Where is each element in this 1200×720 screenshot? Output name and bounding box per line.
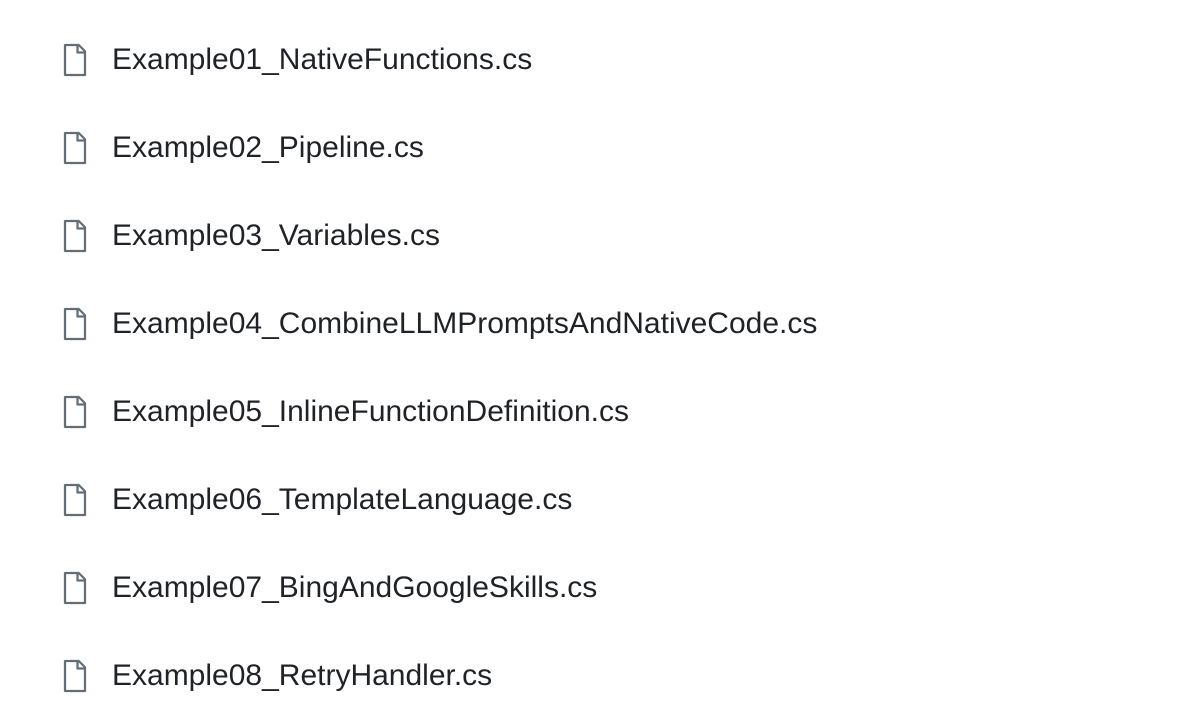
- file-icon: [60, 42, 90, 78]
- file-icon: [60, 130, 90, 166]
- file-row[interactable]: Example07_BingAndGoogleSkills.cs: [60, 544, 1200, 632]
- file-list: Example01_NativeFunctions.cs Example02_P…: [0, 0, 1200, 720]
- file-name-label: Example04_CombineLLMPromptsAndNativeCode…: [112, 306, 817, 342]
- file-name-label: Example03_Variables.cs: [112, 218, 440, 254]
- file-row[interactable]: Example01_NativeFunctions.cs: [60, 16, 1200, 104]
- file-row[interactable]: Example03_Variables.cs: [60, 192, 1200, 280]
- file-row[interactable]: Example05_InlineFunctionDefinition.cs: [60, 368, 1200, 456]
- file-icon: [60, 394, 90, 430]
- file-icon: [60, 306, 90, 342]
- file-icon: [60, 570, 90, 606]
- file-name-label: Example02_Pipeline.cs: [112, 130, 424, 166]
- file-row[interactable]: Example04_CombineLLMPromptsAndNativeCode…: [60, 280, 1200, 368]
- file-row[interactable]: Example08_RetryHandler.cs: [60, 632, 1200, 720]
- file-icon: [60, 482, 90, 518]
- file-name-label: Example07_BingAndGoogleSkills.cs: [112, 570, 597, 606]
- file-row[interactable]: Example02_Pipeline.cs: [60, 104, 1200, 192]
- file-icon: [60, 658, 90, 694]
- file-name-label: Example08_RetryHandler.cs: [112, 658, 492, 694]
- file-name-label: Example05_InlineFunctionDefinition.cs: [112, 394, 629, 430]
- file-icon: [60, 218, 90, 254]
- file-name-label: Example06_TemplateLanguage.cs: [112, 482, 572, 518]
- file-row[interactable]: Example06_TemplateLanguage.cs: [60, 456, 1200, 544]
- file-name-label: Example01_NativeFunctions.cs: [112, 42, 532, 78]
